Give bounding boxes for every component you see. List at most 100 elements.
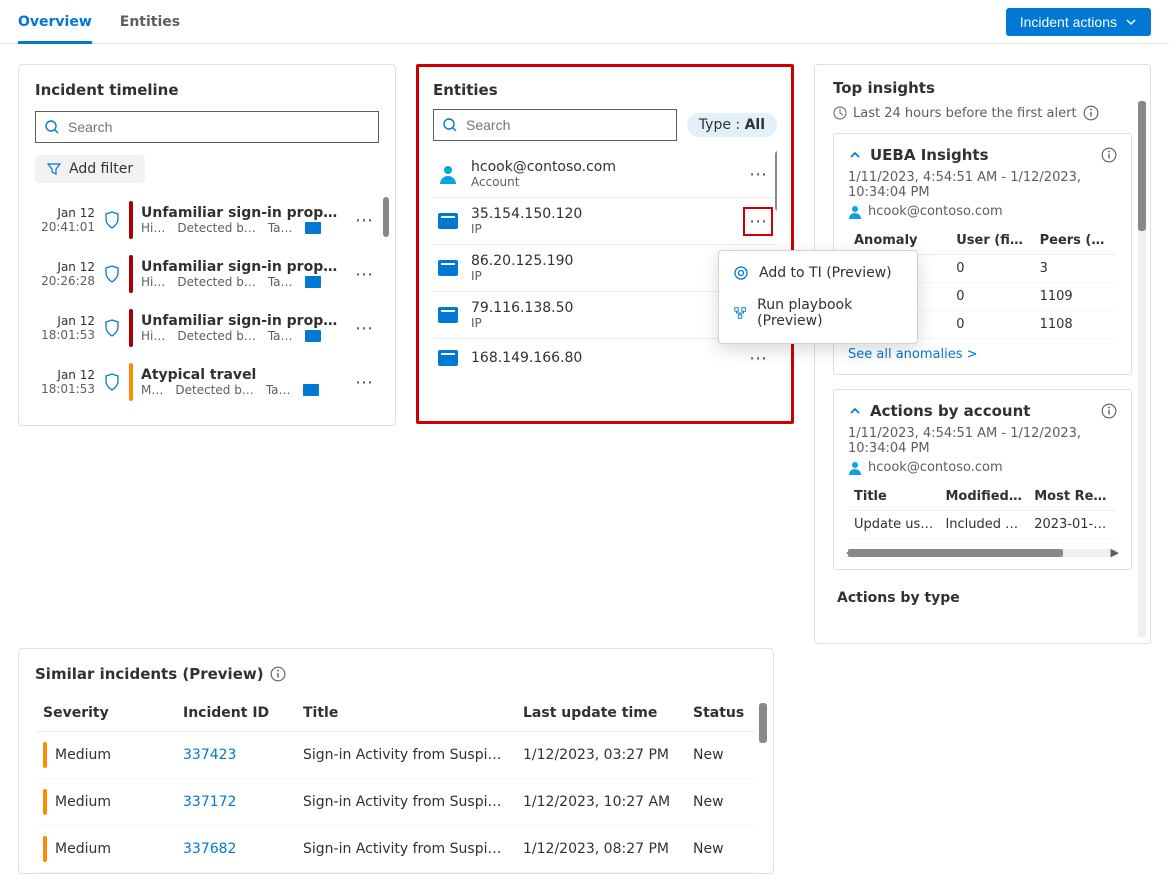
timeline-scrollbar[interactable]	[383, 193, 389, 393]
shield-icon	[103, 373, 121, 391]
table-row[interactable]: Medium 337423 Sign-in Activity from Susp…	[35, 732, 757, 779]
timeline-item[interactable]: Jan 1220:26:28 Unfamiliar sign-in prop… …	[35, 247, 379, 301]
ueba-user: hcook@contoso.com	[868, 204, 1003, 219]
timeline-item[interactable]: Jan 1218:01:53 Unfamiliar sign-in prop… …	[35, 301, 379, 355]
see-all-anomalies-link[interactable]: See all anomalies >	[848, 347, 978, 362]
chevron-up-icon[interactable]	[848, 404, 862, 418]
tactic-icon	[305, 276, 321, 288]
more-icon[interactable]: ⋯	[743, 207, 773, 236]
entity-subtitle: IP	[471, 222, 731, 236]
ip-icon	[437, 304, 459, 326]
more-icon[interactable]: ⋯	[349, 318, 379, 339]
similar-scrollbar[interactable]	[759, 703, 767, 867]
top-insights-range: Last 24 hours before the first alert	[833, 105, 1132, 121]
actions-account-title: Actions by account	[870, 402, 1093, 420]
tab-entities[interactable]: Entities	[120, 0, 180, 44]
entities-search-input[interactable]	[458, 116, 668, 134]
ueba-title: UEBA Insights	[870, 146, 1093, 164]
entity-row[interactable]: 168.149.166.80 ⋯	[433, 339, 777, 377]
filter-icon	[47, 162, 61, 176]
timestamp: Jan 1220:26:28	[35, 260, 95, 288]
table-row[interactable]: Medium 337172 Sign-in Activity from Susp…	[35, 779, 757, 826]
table-row[interactable]: Update user Included Upd 2023-01-11T0	[848, 511, 1117, 539]
info-icon[interactable]	[1101, 147, 1117, 163]
playbook-icon	[733, 305, 747, 321]
timeline-title: Incident timeline	[35, 81, 379, 99]
severity-bar	[129, 363, 133, 401]
shield-icon	[103, 265, 121, 283]
actions-account-user: hcook@contoso.com	[868, 460, 1003, 475]
entities-search[interactable]	[433, 109, 677, 141]
info-icon[interactable]	[1101, 403, 1117, 419]
entity-title: 86.20.125.190	[471, 253, 731, 269]
info-icon[interactable]	[1083, 105, 1099, 121]
more-icon[interactable]: ⋯	[349, 372, 379, 393]
chevron-down-icon	[1125, 16, 1137, 28]
entity-row[interactable]: 35.154.150.120 IP ⋯	[433, 198, 777, 245]
menu-add-to-ti[interactable]: Add to TI (Preview)	[719, 257, 917, 289]
timestamp: Jan 1220:41:01	[35, 206, 95, 234]
severity-bar	[43, 789, 47, 815]
table-row[interactable]: Medium 337682 Sign-in Activity from Susp…	[35, 826, 757, 873]
tactic-icon	[305, 222, 321, 234]
timeline-item[interactable]: Jan 1220:41:01 Unfamiliar sign-in prop… …	[35, 193, 379, 247]
timeline-search-input[interactable]	[60, 118, 370, 136]
severity-bar	[43, 742, 47, 768]
alert-title: Unfamiliar sign-in prop…	[141, 259, 341, 275]
entity-subtitle: Account	[471, 175, 731, 189]
alert-title: Atypical travel	[141, 367, 341, 383]
chevron-up-icon[interactable]	[848, 148, 862, 162]
tactic-icon	[305, 330, 321, 342]
entity-subtitle: IP	[471, 269, 731, 283]
account-icon	[437, 163, 459, 185]
entities-panel: Entities Type : All	[416, 64, 794, 424]
alert-title: Unfamiliar sign-in prop…	[141, 313, 341, 329]
search-icon	[442, 117, 458, 133]
shield-icon	[103, 319, 121, 337]
ueba-range: 1/11/2023, 4:54:51 AM - 1/12/2023, 10:34…	[848, 170, 1117, 200]
incident-actions-button[interactable]: Incident actions	[1006, 8, 1151, 36]
entity-context-menu: Add to TI (Preview) Run playbook (Previe…	[718, 250, 918, 344]
incident-actions-label: Incident actions	[1020, 14, 1117, 30]
incident-id-link[interactable]: 337172	[183, 794, 236, 810]
similar-incidents-table: Severity Incident ID Title Last update t…	[35, 695, 757, 873]
account-icon	[848, 205, 862, 219]
timeline-item[interactable]: Jan 1218:01:53 Atypical travel M… Detect…	[35, 355, 379, 409]
top-insights-title: Top insights	[833, 79, 1132, 97]
top-insights-panel: Top insights Last 24 hours before the fi…	[814, 64, 1151, 644]
entities-title: Entities	[433, 81, 777, 99]
main-area: Incident timeline Add filter Jan 1220:41…	[0, 44, 1169, 666]
severity-bar	[129, 255, 133, 293]
tab-overview[interactable]: Overview	[18, 0, 92, 44]
more-icon[interactable]: ⋯	[349, 210, 379, 231]
more-icon[interactable]: ⋯	[743, 348, 773, 369]
add-filter-label: Add filter	[69, 161, 133, 177]
incident-id-link[interactable]: 337682	[183, 841, 236, 857]
alert-title: Unfamiliar sign-in prop…	[141, 205, 341, 221]
more-icon[interactable]: ⋯	[743, 164, 773, 185]
similar-incidents-title: Similar incidents (Preview)	[35, 665, 264, 683]
ip-icon	[437, 210, 459, 232]
search-icon	[44, 119, 60, 135]
entity-row[interactable]: hcook@contoso.com Account ⋯	[433, 151, 777, 198]
incident-timeline-panel: Incident timeline Add filter Jan 1220:41…	[18, 64, 396, 426]
add-filter-button[interactable]: Add filter	[35, 155, 145, 183]
entities-type-filter[interactable]: Type : All	[687, 113, 777, 137]
actions-account-table: Title Modified … Most Rec… Update user I…	[848, 483, 1117, 539]
more-icon[interactable]: ⋯	[349, 264, 379, 285]
insights-scrollbar[interactable]	[1138, 101, 1146, 637]
horizontal-scrollbar[interactable]: ◀ ▶	[848, 549, 1117, 557]
timestamp: Jan 1218:01:53	[35, 314, 95, 342]
timestamp: Jan 1218:01:53	[35, 368, 95, 396]
severity-bar	[129, 309, 133, 347]
actions-account-range: 1/11/2023, 4:54:51 AM - 1/12/2023, 10:34…	[848, 426, 1117, 456]
account-icon	[848, 461, 862, 475]
actions-by-type-title: Actions by type	[833, 584, 1132, 606]
menu-run-playbook[interactable]: Run playbook (Preview)	[719, 289, 917, 337]
entity-title: 35.154.150.120	[471, 206, 731, 222]
entity-subtitle: IP	[471, 316, 731, 330]
ip-icon	[437, 257, 459, 279]
entity-title: 168.149.166.80	[471, 350, 731, 366]
incident-id-link[interactable]: 337423	[183, 747, 236, 763]
timeline-search[interactable]	[35, 111, 379, 143]
